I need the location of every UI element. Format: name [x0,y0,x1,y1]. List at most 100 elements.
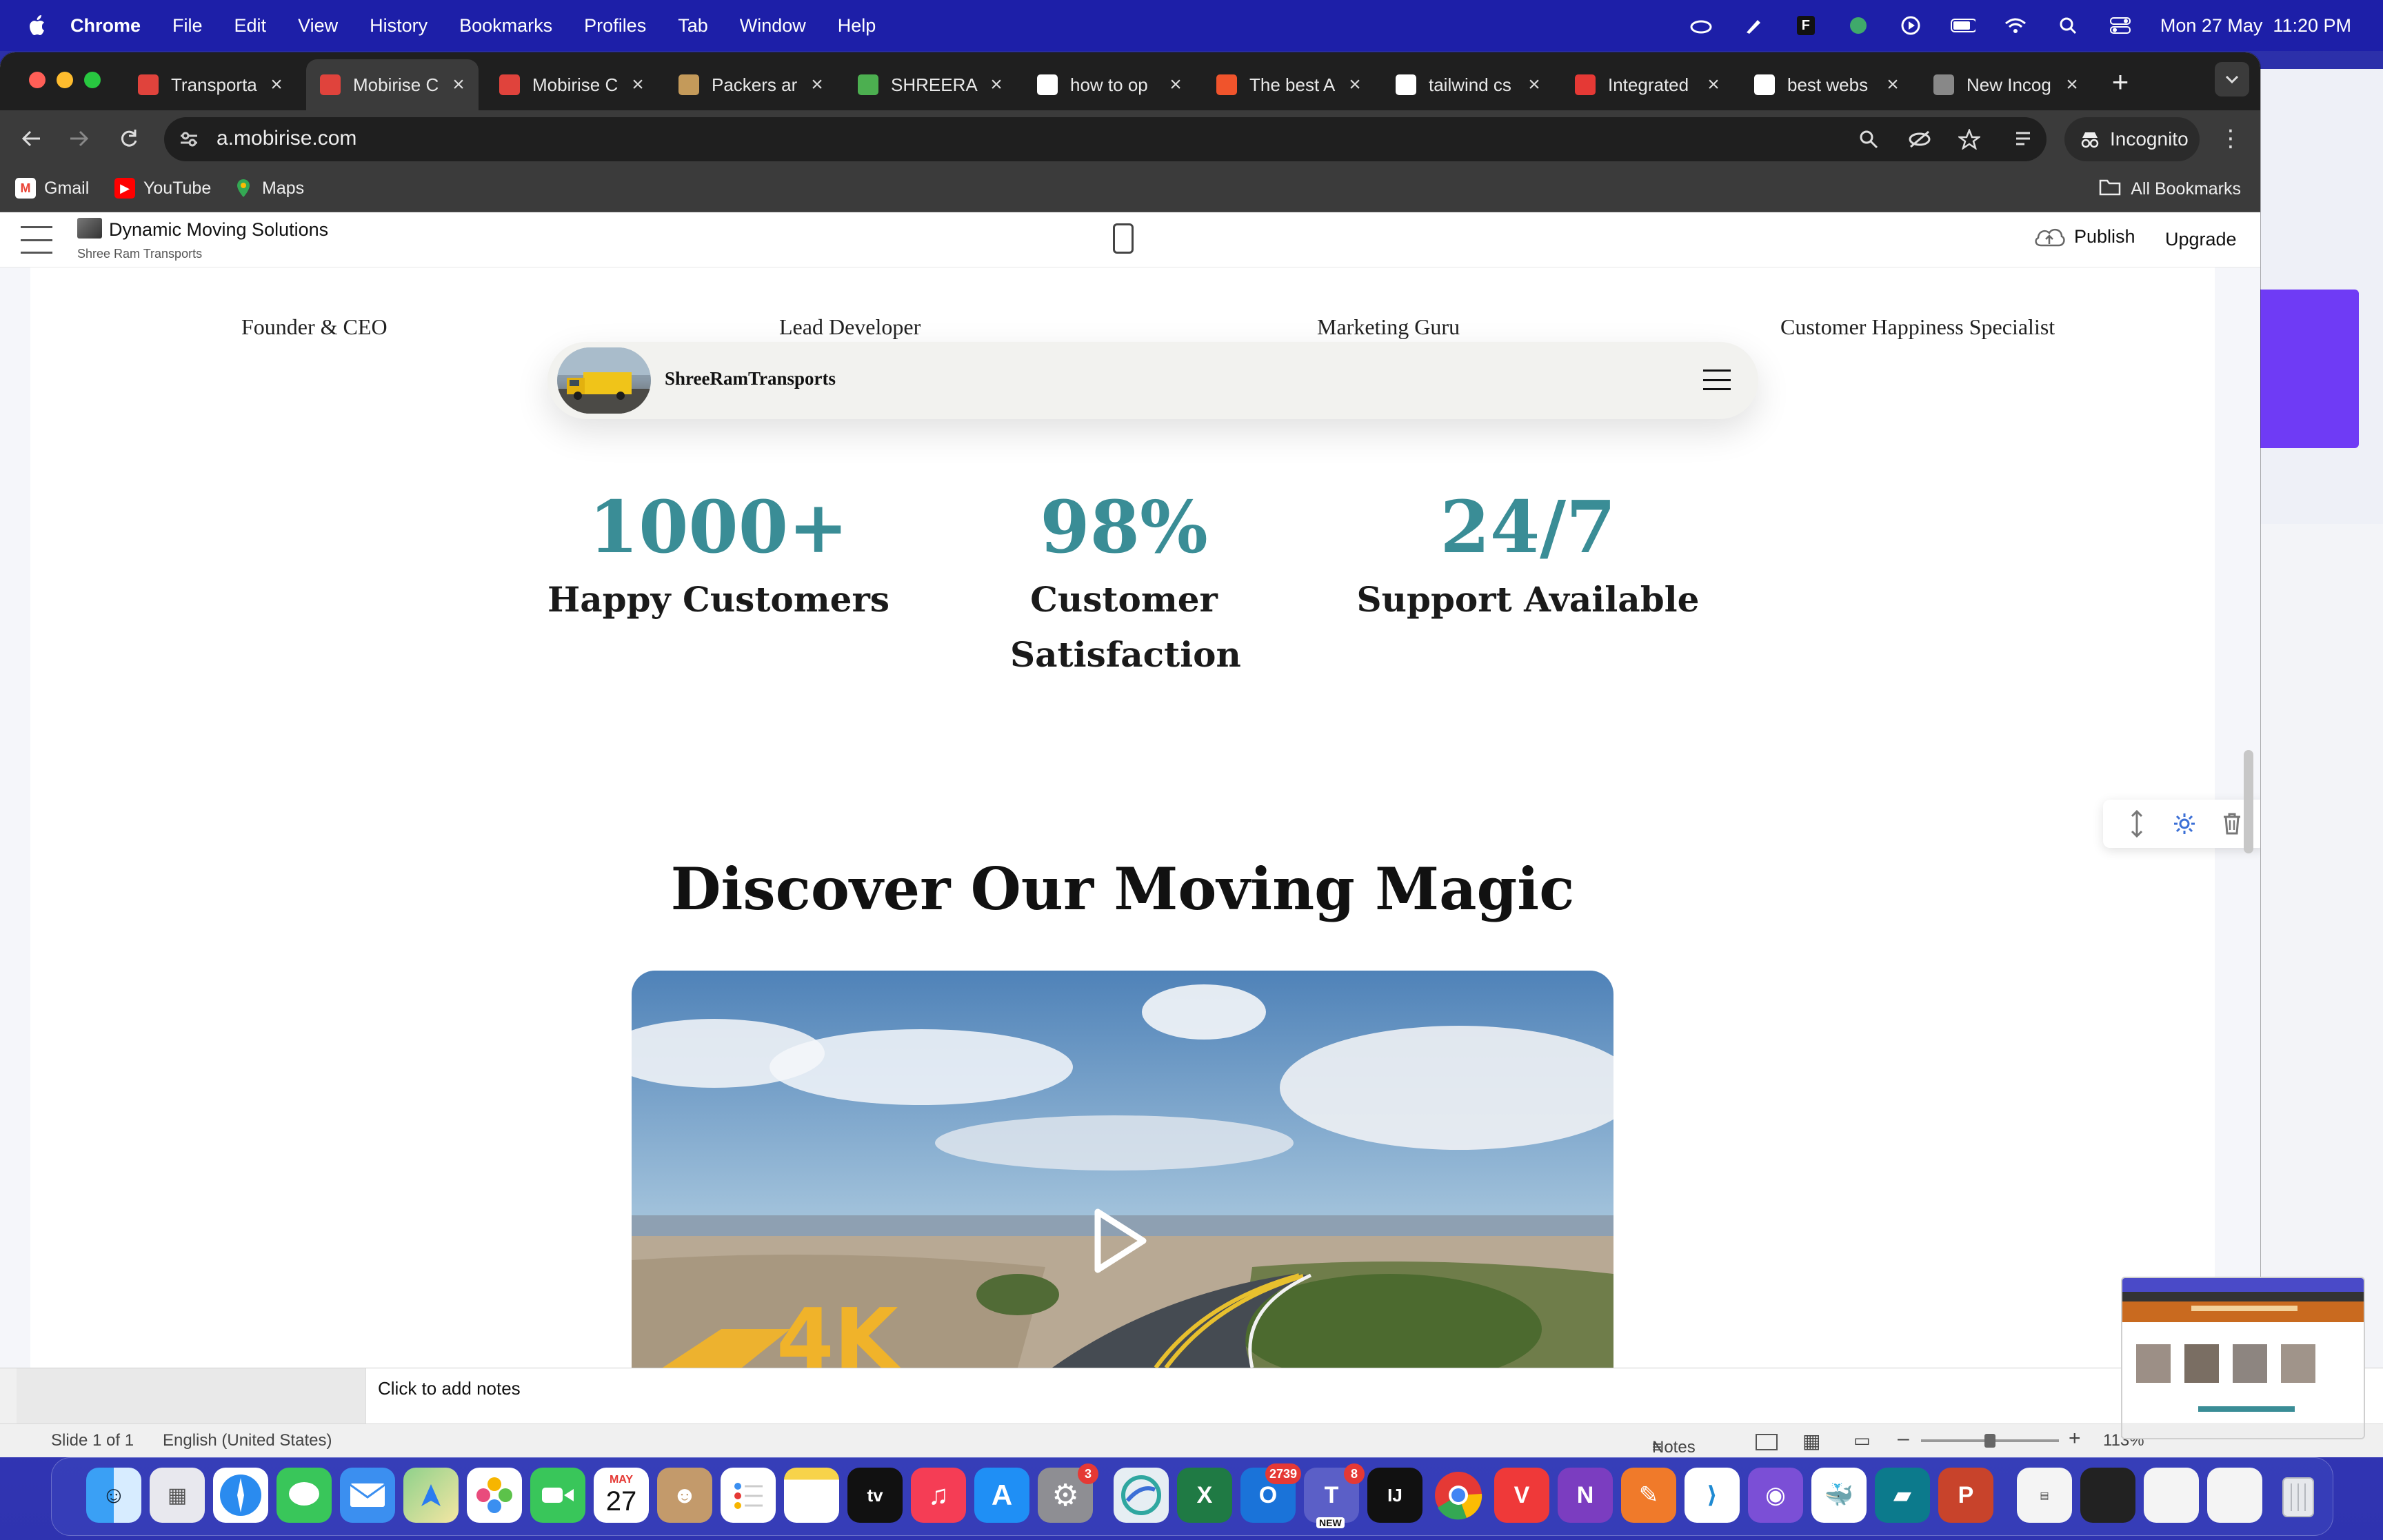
browser-tab[interactable]: tailwind cs × [1382,59,1554,110]
browser-tab[interactable]: Transporta × [124,59,296,110]
cloud-sync-icon[interactable] [1689,14,1713,37]
publish-button[interactable]: Publish [2033,225,2135,248]
tab-close-icon[interactable]: × [448,73,469,97]
block-settings-gear-icon[interactable] [2169,809,2200,839]
dock-terminal-app[interactable]: ▰ [1875,1468,1930,1523]
browser-tab[interactable]: The best A × [1203,59,1375,110]
browser-tab[interactable]: how to op × [1023,59,1196,110]
site-menu-icon[interactable] [1703,369,1731,390]
minimize-window-button[interactable] [57,72,73,88]
dock-music[interactable]: ♫ [911,1468,966,1523]
tab-close-icon[interactable]: × [1703,73,1724,97]
pen-tool-icon[interactable] [1741,14,1766,37]
dock-powerpoint[interactable]: P [1938,1468,1993,1523]
dock-vscode[interactable]: ⟩ [1685,1468,1740,1523]
mobile-preview-icon[interactable] [1113,223,1134,254]
tab-close-icon[interactable]: × [1345,73,1365,97]
new-tab-button[interactable]: + [2103,65,2138,99]
dock-system-settings[interactable]: ⚙ 3 [1038,1463,1098,1523]
dock-outlook[interactable]: O 2739 [1240,1463,1301,1523]
dock-launchpad[interactable]: ▦ [150,1468,205,1523]
page-scrollbar[interactable] [2244,750,2253,853]
close-window-button[interactable] [29,72,46,88]
browser-tab[interactable]: Mobirise C × [306,59,479,110]
dock-pen-app[interactable]: ✎ [1621,1468,1676,1523]
dock-photos[interactable] [467,1468,522,1523]
dock-messages[interactable] [276,1468,332,1523]
menu-edit[interactable]: Edit [234,15,267,37]
dock-recent-doc-2[interactable] [2080,1468,2135,1523]
bookmark-youtube[interactable]: ▶ YouTube [114,178,211,199]
tab-search-button[interactable] [2215,62,2249,97]
dock-contacts[interactable]: ☻ [657,1468,712,1523]
menu-history[interactable]: History [370,15,428,37]
dock-facetime[interactable] [530,1468,585,1523]
dock-recent-doc-1[interactable]: ▤ [2017,1468,2072,1523]
notes-placeholder[interactable]: Click to add notes [378,1378,521,1399]
dock-finder[interactable]: ☺ [86,1468,141,1523]
spotlight-search-icon[interactable] [2055,14,2080,37]
menubar-clock[interactable]: Mon 27 May 11:20 PM [2160,15,2351,37]
presenter-view-icon[interactable]: ▭ [1853,1430,1871,1451]
tab-close-icon[interactable]: × [1165,73,1186,97]
browser-tab[interactable]: Packers ar × [665,59,837,110]
incognito-indicator[interactable]: Incognito [2064,117,2200,161]
dock-apple-tv[interactable]: tv [847,1468,903,1523]
menu-file[interactable]: File [172,15,203,37]
dock-safari[interactable] [213,1468,268,1523]
site-brand-name[interactable]: ShreeRamTransports [665,368,836,389]
zoom-in-button[interactable]: + [2069,1427,2081,1450]
menu-window[interactable]: Window [740,15,806,37]
dock-calendar[interactable]: MAY 27 [594,1468,649,1523]
play-circle-icon[interactable] [1898,14,1923,37]
upgrade-button[interactable]: Upgrade [2165,229,2237,250]
globe-icon[interactable] [1846,14,1871,37]
browser-menu-icon[interactable]: ⋮ [2213,120,2248,157]
normal-view-icon[interactable] [1756,1434,1778,1450]
bookmark-maps[interactable]: Maps [233,178,304,199]
language-indicator[interactable]: English (United States) [163,1431,332,1450]
dock-trash[interactable] [2271,1468,2326,1523]
browser-tab[interactable]: best webs × [1740,59,1913,110]
tab-close-icon[interactable]: × [1524,73,1545,97]
dock-chrome[interactable] [1431,1468,1486,1523]
menu-view[interactable]: View [298,15,338,37]
dock-onenote[interactable]: N [1558,1468,1613,1523]
control-center-icon[interactable] [2108,14,2133,37]
bookmark-gmail[interactable]: M Gmail [15,178,89,199]
reload-button[interactable] [110,120,148,157]
dock-maps[interactable] [403,1468,459,1523]
screenshot-preview-thumbnail[interactable] [2121,1277,2365,1439]
tab-close-icon[interactable]: × [2062,73,2082,97]
dock-vpn-globe[interactable] [1114,1468,1169,1523]
dock-mail[interactable] [340,1468,395,1523]
site-info-icon[interactable] [177,127,201,152]
editor-menu-icon[interactable] [21,226,52,254]
menu-help[interactable]: Help [838,15,876,37]
project-thumbnail[interactable] [77,218,102,239]
browser-tab[interactable]: New Incog × [1920,59,2092,110]
site-logo-image[interactable] [557,347,651,414]
all-bookmarks-button[interactable]: All Bookmarks [2099,178,2241,201]
zoom-out-button[interactable]: – [1898,1427,1909,1450]
move-block-icon[interactable] [2122,809,2152,839]
tab-close-icon[interactable]: × [266,73,287,97]
dock-teams[interactable]: T 8 NEW [1304,1463,1365,1528]
dock-intellij[interactable]: IJ [1367,1468,1422,1523]
zoom-window-button[interactable] [84,72,101,88]
tab-close-icon[interactable]: × [986,73,1007,97]
menu-tab[interactable]: Tab [678,15,708,37]
dock-app-store[interactable]: A [974,1468,1029,1523]
delete-block-trash-icon[interactable] [2217,809,2247,839]
browser-tab[interactable]: Integrated × [1561,59,1733,110]
dock-reminders[interactable] [721,1468,776,1523]
figma-status-icon[interactable]: F [1793,14,1818,37]
notes-area[interactable] [365,1368,2383,1424]
zoom-slider-thumb[interactable] [1984,1434,1995,1448]
bookmark-star-icon[interactable] [1955,125,1983,153]
project-title[interactable]: Dynamic Moving Solutions [109,219,328,241]
dock-recent-doc-4[interactable] [2207,1468,2262,1523]
tracking-protection-icon[interactable] [1906,125,1933,153]
reading-list-icon[interactable] [2007,120,2044,157]
forward-button[interactable] [61,120,98,157]
